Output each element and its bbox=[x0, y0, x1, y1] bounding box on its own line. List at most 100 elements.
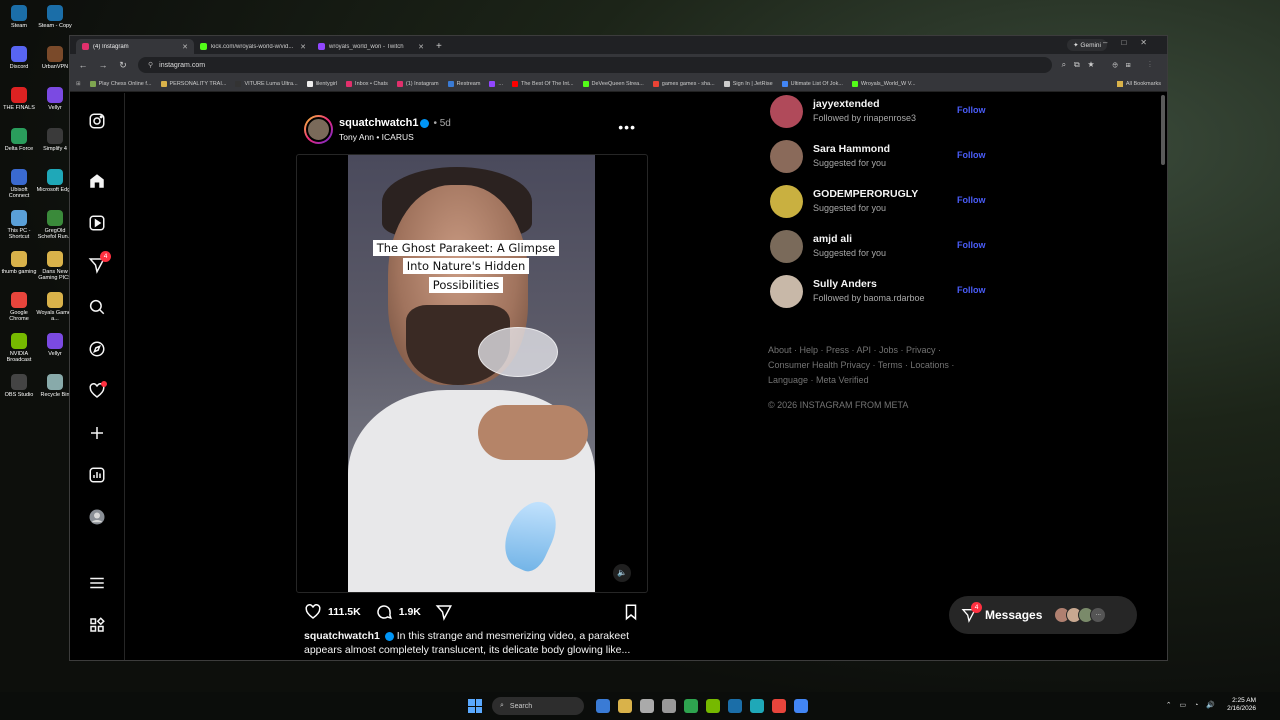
bookmark-item[interactable]: games games - sha... bbox=[652, 80, 715, 87]
taskbar-app-icon[interactable] bbox=[618, 699, 632, 713]
back-icon[interactable]: ← bbox=[78, 60, 88, 70]
gemini-button[interactable]: ✦ Gemini bbox=[1067, 39, 1107, 51]
close-tab-icon[interactable]: ✕ bbox=[182, 43, 188, 51]
desktop-icon[interactable]: Google Chrome bbox=[0, 292, 38, 322]
window-controls[interactable]: –□✕ bbox=[1103, 38, 1161, 47]
more-apps-icon[interactable] bbox=[88, 616, 106, 634]
bookmark-item[interactable]: Sign In | JetRise bbox=[723, 80, 773, 87]
suggestion-username[interactable]: GODEMPERORUGLY bbox=[813, 188, 918, 200]
reels-icon[interactable] bbox=[88, 214, 106, 232]
dashboard-icon[interactable] bbox=[88, 466, 106, 484]
desktop-icon[interactable]: OBS Studio bbox=[0, 374, 38, 398]
taskbar-app-icon[interactable] bbox=[794, 699, 808, 713]
bookmark-item[interactable]: lilentygirl bbox=[306, 80, 337, 87]
bookmark-item[interactable]: Play Chess Online f... bbox=[89, 80, 152, 87]
menu-icon[interactable] bbox=[88, 574, 106, 592]
desktop-icon[interactable]: THE FINALS bbox=[0, 87, 38, 111]
direct-messages-icon[interactable]: 4 bbox=[88, 251, 111, 274]
caption-username[interactable]: squatchwatch1 bbox=[304, 630, 380, 642]
footer-links[interactable]: About · Help · Press · API · Jobs · Priv… bbox=[768, 343, 968, 388]
audio-toggle-icon[interactable]: 🔈 bbox=[613, 564, 631, 582]
taskbar-app-icon[interactable] bbox=[640, 699, 654, 713]
home-icon[interactable] bbox=[88, 172, 106, 190]
suggestion-avatar[interactable] bbox=[770, 140, 803, 173]
start-button[interactable] bbox=[468, 699, 482, 713]
follow-button[interactable]: Follow bbox=[957, 105, 986, 115]
all-bookmarks[interactable]: All Bookmarks bbox=[1116, 80, 1161, 87]
desktop-icon[interactable]: thumb gaming bbox=[0, 251, 38, 275]
tab-instagram[interactable]: (4) Instagram ✕ bbox=[76, 39, 194, 54]
bookmark-item[interactable]: PERSONALITY TRAI... bbox=[160, 80, 226, 87]
new-tab-button[interactable]: + bbox=[436, 41, 442, 52]
follow-button[interactable]: Follow bbox=[957, 285, 986, 295]
bookmark-item[interactable]: Ultimate List Of Jok... bbox=[781, 80, 843, 87]
post-media[interactable]: The Ghost Parakeet: A Glimpse Into Natur… bbox=[296, 154, 648, 593]
instagram-logo-icon[interactable] bbox=[88, 112, 106, 130]
suggestion-avatar[interactable] bbox=[770, 95, 803, 128]
desktop-icon[interactable]: This PC - Shortcut bbox=[0, 210, 38, 240]
bookmark-item[interactable]: Wroyals_World_W V... bbox=[851, 80, 916, 87]
suggestion-username[interactable]: Sully Anders bbox=[813, 278, 877, 290]
follow-button[interactable]: Follow bbox=[957, 195, 986, 205]
like-icon[interactable] bbox=[304, 603, 322, 621]
post-audio[interactable]: Tony Ann • ICARUS bbox=[339, 132, 414, 142]
desktop-icon[interactable]: Ubisoft Connect bbox=[0, 169, 38, 199]
toolbar-extension-icons[interactable]: ⌕⧉★ ⊕⊞ ⫶ bbox=[1062, 60, 1159, 70]
comment-icon[interactable] bbox=[375, 603, 393, 621]
post-username[interactable]: squatchwatch1 • 5d bbox=[339, 117, 451, 129]
follow-button[interactable]: Follow bbox=[957, 150, 986, 160]
more-options-icon[interactable]: ••• bbox=[618, 119, 636, 135]
suggestion-avatar[interactable] bbox=[770, 275, 803, 308]
bookmark-item[interactable]: (1) Instagram bbox=[396, 80, 439, 87]
taskbar-app-icon[interactable] bbox=[728, 699, 742, 713]
suggestion-username[interactable]: Sara Hammond bbox=[813, 143, 890, 155]
close-tab-icon[interactable]: ✕ bbox=[300, 43, 306, 51]
taskbar-app-icon[interactable] bbox=[662, 699, 676, 713]
tab-kick[interactable]: kick.com/wroyals-world-w/vid... ✕ bbox=[194, 39, 312, 54]
follow-button[interactable]: Follow bbox=[957, 240, 986, 250]
save-icon[interactable] bbox=[622, 603, 640, 621]
apps-icon[interactable]: ⊞ bbox=[76, 81, 81, 87]
suggestion-username[interactable]: jayyextended bbox=[813, 98, 880, 110]
taskbar-app-icon[interactable] bbox=[706, 699, 720, 713]
page-scrollbar[interactable] bbox=[1161, 95, 1165, 165]
taskbar-clock[interactable]: 2:25 AM 2/16/2026 bbox=[1227, 697, 1256, 714]
create-icon[interactable] bbox=[88, 424, 106, 442]
comment-count[interactable]: 1.9K bbox=[399, 606, 421, 618]
taskbar-app-icon[interactable] bbox=[684, 699, 698, 713]
tab-twitch[interactable]: wroyals_world_won - Twitch ✕ bbox=[312, 39, 430, 54]
bookmark-item[interactable]: ... bbox=[489, 80, 503, 87]
like-count[interactable]: 111.5K bbox=[328, 606, 361, 618]
reload-icon[interactable]: ↻ bbox=[118, 60, 128, 71]
reel-video[interactable]: The Ghost Parakeet: A Glimpse Into Natur… bbox=[348, 155, 595, 592]
desktop-icon[interactable]: Discord bbox=[0, 46, 38, 70]
bookmark-item[interactable]: Inbox • Chats bbox=[346, 80, 388, 87]
messages-bar[interactable]: 4 Messages ... bbox=[949, 596, 1137, 634]
system-tray[interactable]: ⌃ ▭ ◔ 🔊 bbox=[1166, 701, 1218, 709]
bookmark-item[interactable]: VITURE Luma Ultra... bbox=[235, 80, 298, 87]
bookmark-item[interactable]: The Best Of The Int... bbox=[512, 80, 574, 87]
heart-icon[interactable] bbox=[88, 381, 107, 400]
bookmark-item[interactable]: DeVeeQueen Strea... bbox=[582, 80, 644, 87]
explore-icon[interactable] bbox=[88, 340, 106, 358]
suggestion-avatar[interactable] bbox=[770, 230, 803, 263]
taskbar-app-icon[interactable] bbox=[772, 699, 786, 713]
taskbar-app-icon[interactable] bbox=[596, 699, 610, 713]
suggestion-username[interactable]: amjd ali bbox=[813, 233, 852, 245]
site-info-icon[interactable]: ⚲ bbox=[148, 61, 153, 69]
profile-avatar-icon[interactable] bbox=[88, 508, 106, 526]
desktop-icon[interactable]: Steam - Copy bbox=[36, 5, 74, 29]
suggestion-avatar[interactable] bbox=[770, 185, 803, 218]
url-field[interactable]: ⚲ instagram.com bbox=[138, 57, 1052, 73]
desktop-icon[interactable]: Steam bbox=[0, 5, 38, 29]
close-tab-icon[interactable]: ✕ bbox=[418, 43, 424, 51]
taskbar-app-icon[interactable] bbox=[750, 699, 764, 713]
desktop-icon[interactable]: Delta Force bbox=[0, 128, 38, 152]
share-icon[interactable] bbox=[435, 603, 453, 621]
desktop-icon[interactable]: NVIDIA Broadcast bbox=[0, 333, 38, 363]
bookmark-item[interactable]: Restream bbox=[447, 80, 480, 87]
post-author-avatar[interactable] bbox=[304, 115, 333, 144]
taskbar-search[interactable]: ⌕ Search bbox=[492, 697, 584, 715]
forward-icon[interactable]: → bbox=[98, 60, 108, 70]
search-icon[interactable] bbox=[88, 298, 106, 316]
